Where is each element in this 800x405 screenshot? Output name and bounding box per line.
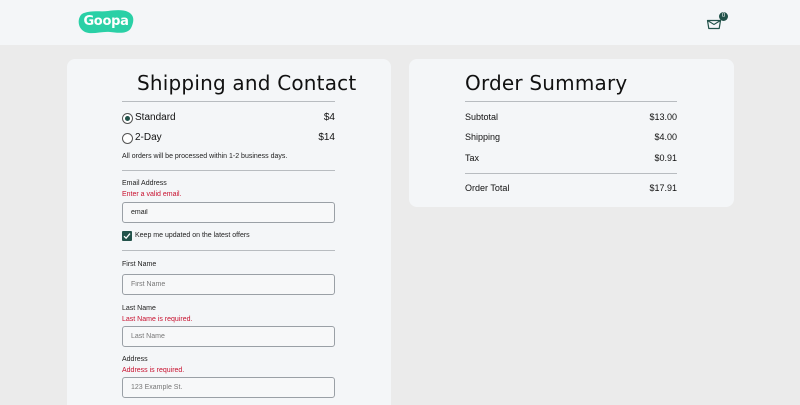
newsletter-label: Keep me updated on the latest offers xyxy=(135,232,250,239)
shipping-option-standard[interactable]: Standard $4 xyxy=(122,111,335,127)
radio-2day[interactable] xyxy=(122,133,133,144)
summary-row-subtotal: Subtotal $13.00 xyxy=(465,112,677,126)
divider xyxy=(465,101,677,102)
last-name-field[interactable] xyxy=(122,326,335,347)
first-name-label: First Name xyxy=(122,261,157,268)
summary-row-shipping: Shipping $4.00 xyxy=(465,132,677,146)
summary-label: Subtotal xyxy=(465,112,499,122)
goopa-logo[interactable]: Goopa xyxy=(78,9,134,35)
cart-button[interactable]: 0 xyxy=(706,12,728,31)
shipping-contact-card: Shipping and Contact Standard $4 2-Day $… xyxy=(67,59,391,405)
first-name-field[interactable] xyxy=(122,274,335,295)
email-error: Enter a valid email. xyxy=(122,191,182,198)
order-summary-title: Order Summary xyxy=(465,71,628,95)
shipping-contact-title: Shipping and Contact xyxy=(137,71,357,95)
radio-standard[interactable] xyxy=(122,113,133,124)
cart-count-badge: 0 xyxy=(719,12,728,21)
summary-label: Tax xyxy=(465,153,480,163)
shipping-option-price: $14 xyxy=(318,132,335,143)
last-name-label: Last Name xyxy=(122,305,156,312)
address-field[interactable] xyxy=(122,377,335,398)
order-summary-card: Order Summary Subtotal $13.00 Shipping $… xyxy=(409,59,734,207)
summary-row-total: Order Total $17.91 xyxy=(465,183,677,197)
site-header: Goopa 0 xyxy=(0,0,800,45)
summary-value: $13.00 xyxy=(649,112,677,122)
newsletter-checkbox[interactable] xyxy=(122,231,132,241)
checkmark-icon xyxy=(123,233,131,240)
last-name-error: Last Name is required. xyxy=(122,316,193,323)
order-total-label: Order Total xyxy=(465,183,510,193)
summary-value: $4.00 xyxy=(654,132,677,142)
divider xyxy=(122,170,335,171)
shipping-option-label: Standard xyxy=(135,112,176,123)
address-error: Address is required. xyxy=(122,367,185,374)
address-label: Address xyxy=(122,356,148,363)
summary-label: Shipping xyxy=(465,132,501,142)
divider xyxy=(465,173,677,174)
logo-text: Goopa xyxy=(83,14,129,29)
processing-note: All orders will be processed within 1-2 … xyxy=(122,153,288,160)
divider xyxy=(122,101,335,102)
shipping-option-2day[interactable]: 2-Day $14 xyxy=(122,131,335,147)
order-total-value: $17.91 xyxy=(649,183,677,193)
shipping-option-label: 2-Day xyxy=(135,132,162,143)
summary-value: $0.91 xyxy=(654,153,677,163)
shipping-option-price: $4 xyxy=(323,112,335,123)
email-label: Email Address xyxy=(122,180,167,187)
divider xyxy=(122,250,335,251)
summary-row-tax: Tax $0.91 xyxy=(465,153,677,167)
email-field[interactable] xyxy=(122,202,335,223)
